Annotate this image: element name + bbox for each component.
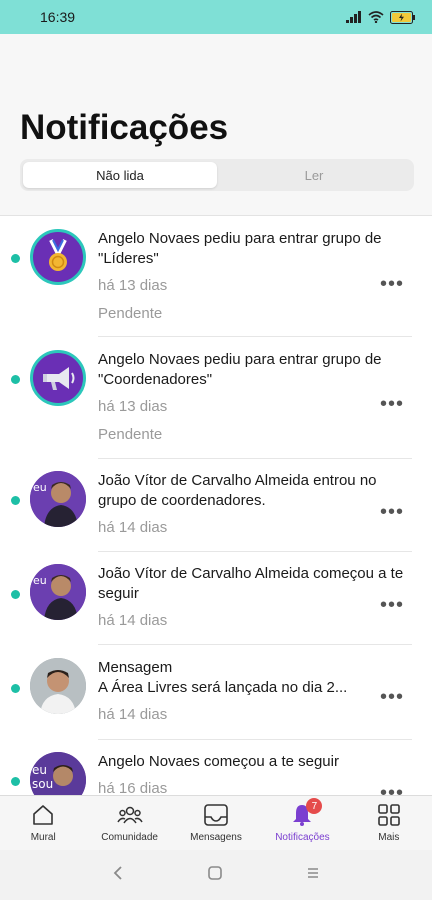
notification-body: Mensagem A Área Livres será lançada no d…: [98, 658, 412, 725]
inbox-icon: [203, 802, 229, 828]
unread-dot: [11, 496, 20, 505]
avatar: [30, 350, 86, 406]
more-options-icon[interactable]: •••: [380, 595, 404, 615]
read-filter-segmented-control: Não lida Ler: [20, 159, 414, 191]
nav-label: Mural: [30, 832, 56, 843]
signal-icon: [346, 11, 361, 23]
notification-time: há 13 dias: [98, 398, 168, 415]
notification-text: Angelo Novaes pediu para entrar grupo de…: [98, 230, 382, 267]
notification-list: Angelo Novaes pediu para entrar grupo de…: [0, 217, 432, 795]
notification-title: Mensagem: [98, 659, 173, 676]
notification-body: João Vítor de Carvalho Almeida entrou no…: [98, 471, 412, 538]
megaphone-icon: [43, 367, 75, 390]
avatar: [30, 658, 86, 714]
status-icons: [346, 10, 416, 24]
nav-label: Mais: [378, 832, 400, 843]
notification-item[interactable]: eu João Vítor de Carvalho Almeida começo…: [0, 552, 432, 645]
svg-text:eu: eu: [33, 481, 47, 494]
tab-read[interactable]: Ler: [217, 162, 411, 188]
avatar: eu: [30, 471, 86, 527]
notification-text: A Área Livres será lançada no dia 2...: [98, 679, 348, 696]
notification-time: há 13 dias: [98, 277, 168, 294]
notification-item[interactable]: Angelo Novaes pediu para entrar grupo de…: [0, 217, 432, 337]
nav-mensagens[interactable]: Mensagens: [173, 796, 259, 850]
unread-dot: [11, 684, 20, 693]
nav-label: Comunidade: [101, 832, 158, 843]
nav-notificacoes[interactable]: 7 Notificações: [259, 796, 345, 850]
unread-dot: [11, 590, 20, 599]
notification-text: João Vítor de Carvalho Almeida começou a…: [98, 565, 404, 602]
nav-comunidade[interactable]: Comunidade: [86, 796, 172, 850]
user-photo-icon: eu: [30, 471, 86, 527]
nav-label: Mensagens: [190, 832, 242, 843]
avatar: eu: [30, 564, 86, 620]
notification-time: há 14 dias: [98, 519, 168, 536]
svg-text:eu: eu: [32, 763, 47, 777]
more-options-icon[interactable]: •••: [380, 394, 404, 414]
community-icon: [116, 802, 143, 828]
nav-mais[interactable]: Mais: [346, 796, 432, 850]
notification-body: Angelo Novaes pediu para entrar grupo de…: [98, 229, 412, 324]
unread-dot: [11, 375, 20, 384]
page-title: Notificações: [20, 108, 229, 147]
status-bar: 16:39: [0, 0, 432, 34]
nav-mural[interactable]: Mural: [0, 796, 86, 850]
back-icon[interactable]: [111, 865, 125, 886]
svg-text:sou: sou: [32, 777, 53, 791]
notification-body: Angelo Novaes começou a te seguir há 16 …: [98, 752, 412, 795]
notification-body: João Vítor de Carvalho Almeida começou a…: [98, 564, 412, 631]
notification-time: há 14 dias: [98, 706, 168, 723]
more-options-icon[interactable]: •••: [380, 783, 404, 795]
more-options-icon[interactable]: •••: [380, 274, 404, 294]
tab-unread[interactable]: Não lida: [23, 162, 217, 188]
recents-icon[interactable]: [305, 865, 321, 886]
wifi-icon: [368, 11, 384, 23]
avatar: [30, 229, 86, 285]
notification-body: Angelo Novaes pediu para entrar grupo de…: [98, 350, 412, 445]
unread-dot: [11, 777, 20, 786]
nav-label: Notificações: [275, 832, 330, 843]
notification-item[interactable]: Mensagem A Área Livres será lançada no d…: [0, 645, 432, 740]
page-header: Notificações Não lida Ler: [0, 34, 432, 216]
battery-icon: [390, 10, 415, 24]
notification-status: Pendente: [98, 426, 163, 443]
bottom-nav: Mural Comunidade Mensagens 7 Notificaçõe…: [0, 795, 432, 850]
medal-icon: [49, 239, 67, 271]
notification-time: há 14 dias: [98, 612, 168, 629]
notification-item[interactable]: eu sou Angelo Novaes começou a te seguir …: [0, 740, 432, 795]
notification-text: Angelo Novaes começou a te seguir: [98, 753, 339, 770]
system-navigation-bar: [0, 850, 432, 900]
notification-item[interactable]: eu João Vítor de Carvalho Almeida entrou…: [0, 459, 432, 552]
unread-dot: [11, 254, 20, 263]
notification-time: há 16 dias: [98, 780, 168, 795]
notification-text: Angelo Novaes pediu para entrar grupo de…: [98, 351, 382, 388]
notification-text: João Vítor de Carvalho Almeida entrou no…: [98, 472, 377, 509]
svg-text:eu: eu: [33, 574, 47, 587]
notification-item[interactable]: Angelo Novaes pediu para entrar grupo de…: [0, 337, 432, 459]
user-photo-icon: eu: [30, 564, 86, 620]
more-options-icon[interactable]: •••: [380, 687, 404, 707]
user-photo-icon: [30, 658, 86, 714]
notification-status: Pendente: [98, 305, 163, 322]
user-photo-icon: eusou: [30, 752, 86, 795]
home-button-icon[interactable]: [207, 865, 223, 886]
grid-icon: [377, 802, 401, 828]
notification-count-badge: 7: [306, 798, 323, 814]
more-options-icon[interactable]: •••: [380, 502, 404, 522]
status-time: 16:39: [40, 9, 76, 25]
avatar: eu sou: [30, 752, 86, 795]
home-icon: [31, 802, 55, 828]
